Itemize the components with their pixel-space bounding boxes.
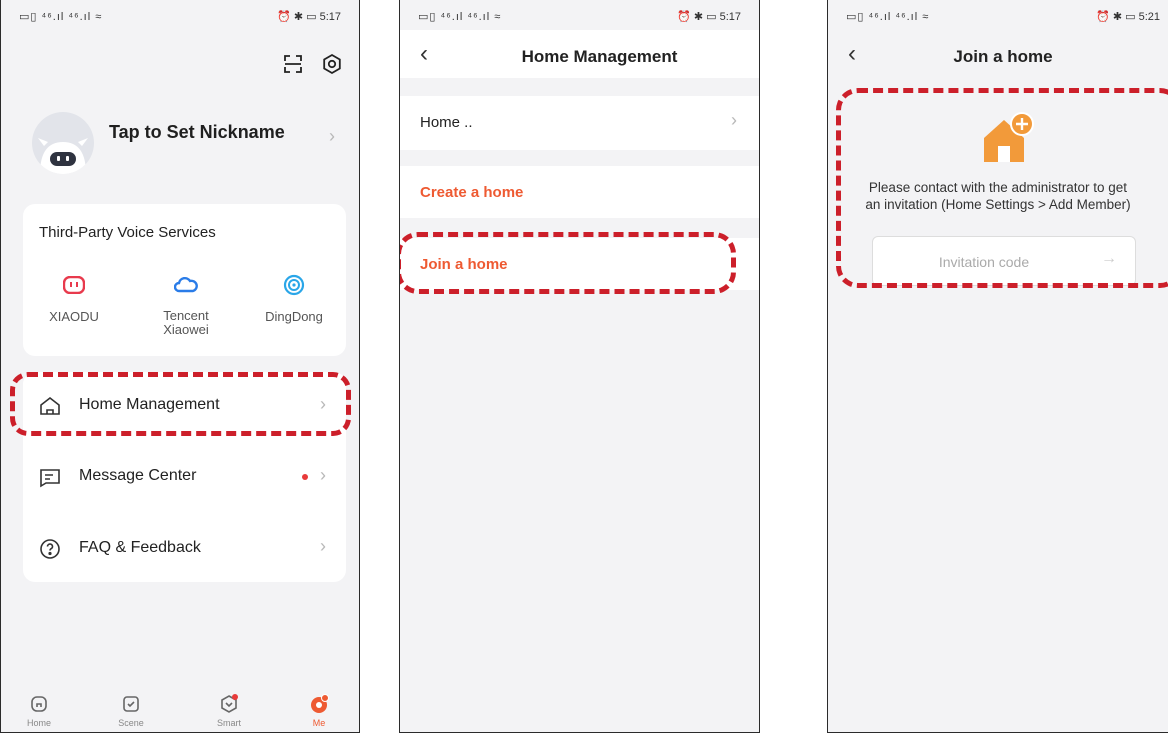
voice-service-label: DingDong [265, 309, 323, 324]
chevron-right-icon: › [329, 126, 335, 146]
xiaodu-icon [62, 275, 86, 295]
menu-item-message-center[interactable]: Message Center › [23, 462, 346, 498]
menu-item-label: FAQ & Feedback [79, 539, 201, 556]
status-left: ▭▯ ⁴⁶.ıl ⁴⁶.ıl ≈ [19, 11, 103, 23]
voice-service-dingdong[interactable]: DingDong [249, 274, 339, 324]
voice-services-title: Third-Party Voice Services [39, 224, 216, 241]
page-title: Home Management [521, 47, 678, 66]
nickname-label[interactable]: Tap to Set Nickname [109, 122, 285, 143]
menu-item-faq[interactable]: FAQ & Feedback › [23, 533, 346, 569]
highlight-home-management [10, 372, 351, 436]
scene-tab-icon [123, 696, 139, 712]
status-bar: ▭▯ ⁴⁶.ıl ⁴⁶.ıl ≈ ⏰ ✱ ▭ 5:21 [846, 10, 1160, 26]
tencent-cloud-icon [173, 276, 198, 293]
status-bar: ▭▯ ⁴⁶.ıl ⁴⁶.ıl ≈ ⏰ ✱ ▭ 5:17 [19, 10, 341, 26]
settings-icon[interactable] [321, 53, 343, 75]
status-right: ⏰ ✱ ▭ 5:17 [277, 11, 341, 23]
voice-service-label: Tencent Xiaowei [163, 308, 209, 338]
scan-icon[interactable] [283, 54, 303, 74]
tab-label: Scene [118, 718, 144, 728]
tab-smart[interactable]: Smart [199, 694, 259, 728]
voice-service-tencent[interactable]: Tencent Xiaowei [141, 276, 231, 338]
tab-scene[interactable]: Scene [101, 694, 161, 728]
status-bar: ▭▯ ⁴⁶.ıl ⁴⁶.ıl ≈ ⏰ ✱ ▭ 5:17 [418, 10, 741, 26]
highlight-join-home [400, 232, 736, 294]
voice-services-card: Third-Party Voice Services XIAODU Tencen… [23, 204, 346, 356]
avatar[interactable] [32, 112, 94, 174]
chevron-right-icon: › [320, 465, 326, 485]
phone-home-management-screen: ▭▯ ⁴⁶.ıl ⁴⁶.ıl ≈ ⏰ ✱ ▭ 5:17 ‹ Home Manag… [399, 0, 760, 733]
tab-label: Me [312, 718, 326, 728]
tab-home[interactable]: Home [9, 694, 69, 728]
tab-label: Smart [216, 718, 241, 728]
tab-label: Home [26, 718, 51, 728]
voice-service-xiaodu[interactable]: XIAODU [29, 275, 119, 324]
status-right: ⏰ ✱ ▭ 5:17 [677, 11, 741, 23]
menu-item-label: Message Center [79, 467, 197, 484]
home-name: Home .. [420, 114, 473, 131]
nav-bar: ‹ Join a home [828, 30, 1168, 78]
chevron-right-icon: › [731, 110, 737, 130]
smart-tab-icon [221, 694, 238, 713]
voice-service-label: XIAODU [49, 309, 99, 324]
message-icon [40, 469, 60, 488]
nav-bar: ‹ Home Management [400, 30, 759, 78]
chevron-right-icon: › [320, 536, 326, 556]
page-title: Join a home [953, 47, 1053, 66]
question-icon [40, 539, 60, 559]
profile-row[interactable]: Tap to Set Nickname › [1, 100, 359, 180]
dingdong-icon [283, 274, 305, 296]
home-list-item[interactable]: Home .. › [400, 96, 759, 150]
avatar-robot-icon [38, 138, 88, 174]
tab-bar: Home Scene Smart Me [1, 670, 359, 732]
create-home-label: Create a home [420, 184, 524, 201]
home-tab-icon [31, 696, 47, 712]
highlight-join-form [836, 88, 1168, 288]
phone-join-home-screen: ▭▯ ⁴⁶.ıl ⁴⁶.ıl ≈ ⏰ ✱ ▭ 5:21 ‹ Join a hom… [827, 0, 1168, 733]
create-home-button[interactable]: Create a home [400, 166, 759, 218]
me-tab-icon [311, 694, 329, 713]
status-left: ▭▯ ⁴⁶.ıl ⁴⁶.ıl ≈ [846, 11, 930, 23]
status-left: ▭▯ ⁴⁶.ıl ⁴⁶.ıl ≈ [418, 11, 502, 23]
phone-me-screen: ▭▯ ⁴⁶.ıl ⁴⁶.ıl ≈ ⏰ ✱ ▭ 5:17 Tap to Set N… [0, 0, 360, 733]
tab-me[interactable]: Me [289, 694, 349, 728]
unread-dot [302, 474, 308, 480]
status-right: ⏰ ✱ ▭ 5:21 [1096, 11, 1160, 23]
